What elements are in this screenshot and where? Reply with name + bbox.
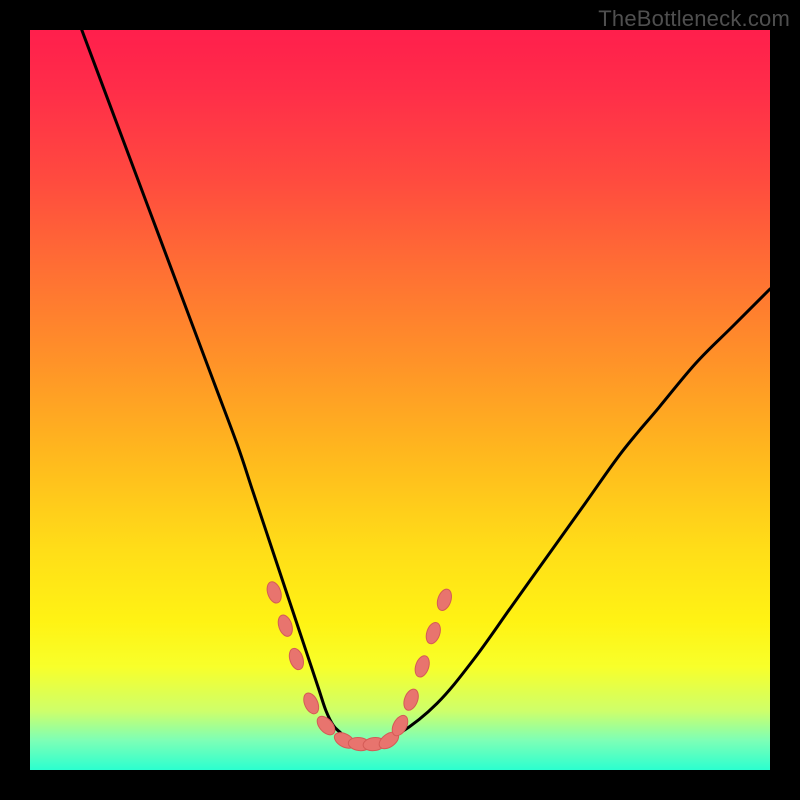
- chart-frame: TheBottleneck.com: [0, 0, 800, 800]
- curve-layer: [30, 30, 770, 770]
- plot-area: [30, 30, 770, 770]
- curve-marker: [287, 647, 306, 672]
- watermark-text: TheBottleneck.com: [598, 6, 790, 32]
- curve-marker: [265, 580, 284, 605]
- curve-marker: [401, 687, 421, 712]
- curve-marker: [276, 613, 295, 638]
- marker-group: [265, 580, 454, 752]
- curve-marker: [424, 621, 443, 646]
- curve-marker: [435, 587, 454, 612]
- curve-marker: [413, 654, 432, 679]
- curve-marker: [301, 691, 322, 716]
